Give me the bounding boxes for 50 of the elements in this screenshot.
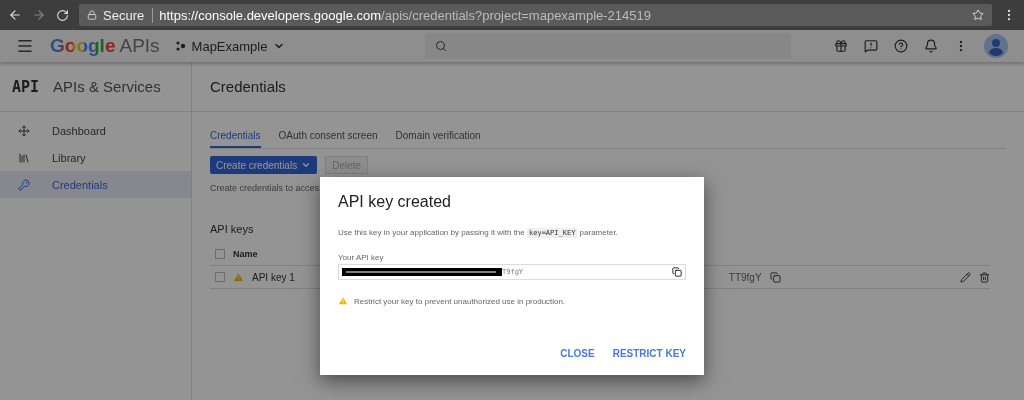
avatar-icon[interactable] — [984, 34, 1008, 58]
dialog-title: API key created — [338, 193, 452, 211]
description-text: Create credentials to acces — [210, 183, 321, 193]
project-selector[interactable]: MapExample — [175, 38, 286, 54]
sidebar-title: APIs & Services — [53, 78, 161, 95]
delete-icon[interactable] — [979, 271, 990, 283]
address-bar[interactable]: Secure https://console.developers.google.com/apis/credentials?project=mapexample-214519 — [79, 4, 992, 26]
dashboard-icon — [18, 124, 30, 137]
bell-icon[interactable] — [924, 39, 938, 53]
field-label: Your API key — [338, 253, 385, 262]
project-icon — [175, 41, 186, 51]
sidebar-item[interactable]: Library — [0, 144, 191, 171]
row-checkbox[interactable] — [215, 272, 225, 282]
copy-icon[interactable] — [672, 267, 682, 277]
help-icon[interactable] — [894, 39, 908, 53]
sidebar-item[interactable]: Dashboard — [0, 117, 191, 144]
section-title: API keys — [210, 223, 254, 235]
url-path: /apis/credentials?project=mapexample-214519 — [381, 7, 651, 23]
tab[interactable]: Credentials — [210, 124, 261, 148]
key-icon — [18, 178, 30, 191]
page-title: Credentials — [192, 62, 1024, 112]
product-name: APIs — [119, 35, 160, 57]
gift-icon[interactable] — [834, 39, 848, 53]
table-cell: API key 1 — [252, 271, 295, 283]
table-cell: TT9fgY — [728, 271, 762, 283]
api-logo: API — [12, 77, 40, 96]
search-field[interactable] — [425, 33, 792, 59]
back-icon[interactable] — [8, 8, 22, 22]
create-credentials-button[interactable]: Create credentials — [210, 156, 318, 174]
caret-icon — [301, 160, 312, 170]
feedback-icon[interactable] — [864, 39, 878, 53]
library-icon — [18, 151, 30, 164]
url-host: https://console.developers.google.com — [159, 7, 382, 23]
menu-icon[interactable] — [16, 37, 34, 55]
warning-text: Restrict your key to prevent unauthorized use in production. — [354, 296, 566, 306]
secure-label: Secure — [103, 7, 154, 23]
lock-icon — [87, 10, 97, 20]
dialog-action-button[interactable]: CLOSE — [560, 348, 595, 359]
tab[interactable]: OAuth consent screen — [278, 124, 378, 148]
dialog-action-button[interactable]: RESTRICT KEY — [612, 348, 686, 359]
tab[interactable]: Domain verification — [395, 124, 481, 148]
reload-icon[interactable] — [56, 8, 69, 22]
column-header: Name — [233, 249, 258, 259]
star-icon[interactable] — [972, 9, 984, 21]
forward-icon[interactable] — [32, 8, 46, 22]
edit-icon[interactable] — [960, 271, 971, 283]
select-all-checkbox[interactable] — [215, 249, 225, 259]
sidebar-item[interactable]: Credentials — [0, 171, 191, 198]
warning-icon — [338, 296, 348, 306]
search-icon — [435, 40, 448, 52]
